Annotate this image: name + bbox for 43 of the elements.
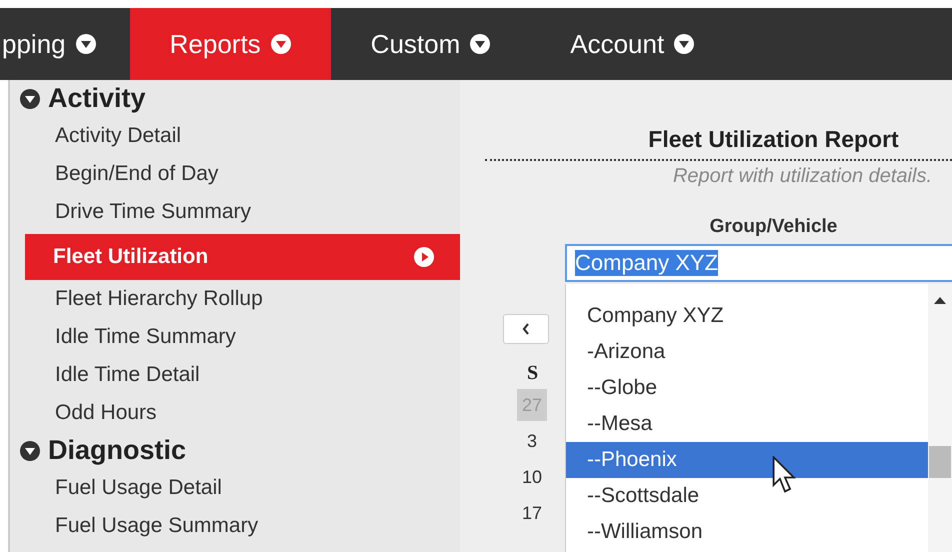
dropdown-option[interactable]: --Scottsdale (566, 478, 928, 514)
mouse-cursor-icon (771, 456, 799, 494)
field-label: Group/Vehicle (708, 216, 838, 238)
group-vehicle-field[interactable]: Company XYZ (565, 244, 952, 282)
menu-item[interactable]: Odd Hours (10, 394, 460, 432)
menu-item[interactable]: Fuel Usage Detail (10, 469, 460, 507)
play-icon (414, 247, 434, 267)
dropdown-option[interactable]: Company XYZ (566, 298, 928, 334)
nav-tab[interactable]: pping (0, 8, 130, 80)
menu-item[interactable]: Fleet Utilization (25, 234, 460, 280)
scrollbar[interactable] (928, 284, 952, 552)
menu-item[interactable]: Fleet Hierarchy Rollup (10, 280, 460, 318)
dropdown-option[interactable]: --Phoenix (566, 442, 928, 478)
nav-tab[interactable]: Custom (330, 8, 530, 80)
dropdown-icon (270, 34, 291, 54)
dropdown-icon (76, 34, 96, 54)
section-heading: Activity (48, 83, 146, 114)
dropdown-option[interactable]: --Globe (566, 370, 928, 406)
section-heading: Diagnostic (48, 435, 186, 466)
dropdown-option[interactable]: -Arizona (566, 334, 928, 370)
dropdown-option[interactable]: --Williamson (566, 514, 928, 550)
menu-item[interactable]: Idle Time Summary (10, 318, 460, 356)
menu-item[interactable]: Idle Time Detail (10, 356, 460, 394)
nav-tab[interactable]: Account (530, 8, 734, 80)
report-description: Report with utilization details. (672, 165, 933, 188)
scroll-up-icon[interactable] (934, 296, 946, 304)
nav-tab[interactable]: Reports (130, 8, 331, 80)
dropdown-icon (674, 34, 694, 54)
expand-icon[interactable] (20, 440, 40, 460)
menu-item[interactable]: Activity Detail (10, 117, 460, 155)
dropdown-option[interactable]: --Mesa (566, 406, 928, 442)
menu-item[interactable]: Begin/End of Day (10, 155, 460, 193)
weekday-header: S (527, 362, 538, 385)
calendar-day[interactable]: 3 (517, 425, 547, 457)
calendar-day[interactable]: 10 (517, 461, 547, 493)
chevron-left-icon (521, 322, 531, 336)
scrollbar-thumb[interactable] (929, 446, 951, 478)
menu-item[interactable]: Drive Time Summary (10, 193, 460, 231)
report-title: Fleet Utilization Report (647, 126, 900, 153)
menu-item[interactable]: Fuel Usage Summary (10, 507, 460, 545)
dropdown-icon (470, 34, 490, 54)
calendar-day[interactable]: 17 (517, 497, 547, 529)
expand-icon[interactable] (20, 88, 40, 108)
